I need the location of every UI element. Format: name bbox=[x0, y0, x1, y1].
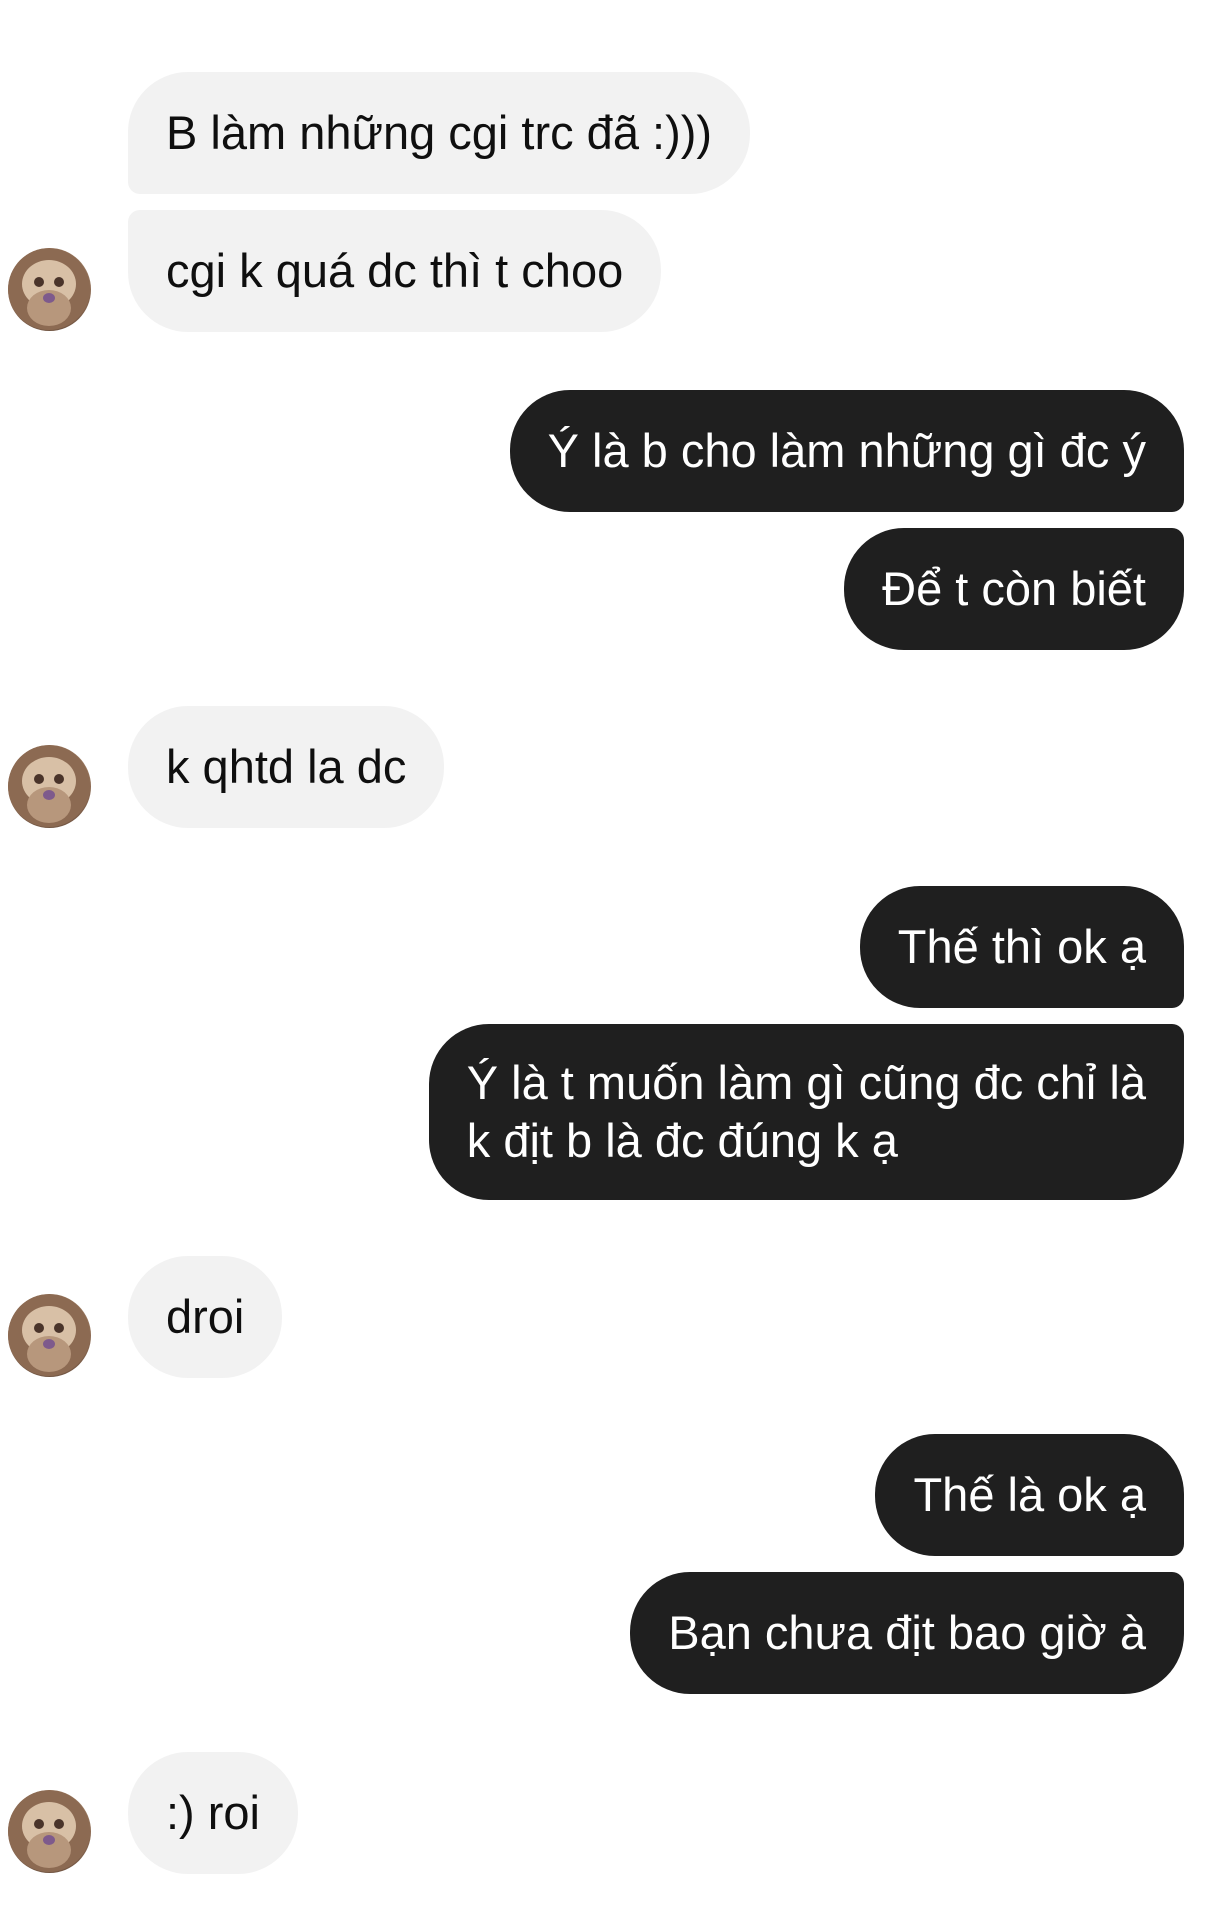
sent-message[interactable]: Thế thì ok ạ bbox=[859, 886, 1184, 1008]
message-text: Ý là b cho làm những gì đc ý bbox=[547, 424, 1146, 477]
message-text: Bạn chưa địt bao giờ à bbox=[668, 1606, 1146, 1659]
message-text: Để t còn biết bbox=[882, 562, 1146, 615]
received-message[interactable]: droi bbox=[128, 1256, 283, 1378]
message-text: B làm những cgi trc đã :))) bbox=[166, 106, 713, 159]
contact-avatar-icon[interactable] bbox=[8, 248, 91, 331]
contact-avatar-icon[interactable] bbox=[8, 1294, 91, 1377]
message-text: :) roi bbox=[166, 1786, 260, 1839]
message-text: Ý là t muốn làm gì cũng đc chỉ là k địt … bbox=[466, 1056, 1146, 1167]
message-text: Thế thì ok ạ bbox=[897, 920, 1146, 973]
received-message[interactable]: B làm những cgi trc đã :))) bbox=[128, 72, 751, 194]
sent-message[interactable]: Thế là ok ạ bbox=[875, 1434, 1184, 1556]
received-message[interactable]: cgi k quá dc thì t choo bbox=[128, 210, 662, 332]
contact-avatar-icon[interactable] bbox=[8, 1790, 91, 1873]
received-message[interactable]: k qhtd la dc bbox=[128, 706, 445, 828]
received-message[interactable]: :) roi bbox=[128, 1752, 298, 1874]
message-text: cgi k quá dc thì t choo bbox=[166, 244, 624, 297]
message-text: droi bbox=[166, 1290, 245, 1343]
sent-message[interactable]: Ý là b cho làm những gì đc ý bbox=[509, 390, 1184, 512]
sent-message[interactable]: Ý là t muốn làm gì cũng đc chỉ là k địt … bbox=[428, 1024, 1184, 1200]
message-text: k qhtd la dc bbox=[166, 740, 407, 793]
sent-message[interactable]: Bạn chưa địt bao giờ à bbox=[630, 1572, 1184, 1694]
sent-message[interactable]: Để t còn biết bbox=[844, 528, 1184, 650]
contact-avatar-icon[interactable] bbox=[8, 745, 91, 828]
message-text: Thế là ok ạ bbox=[913, 1468, 1146, 1521]
message-thread: B làm những cgi trc đã :))) cgi k quá dc… bbox=[0, 0, 1214, 1922]
